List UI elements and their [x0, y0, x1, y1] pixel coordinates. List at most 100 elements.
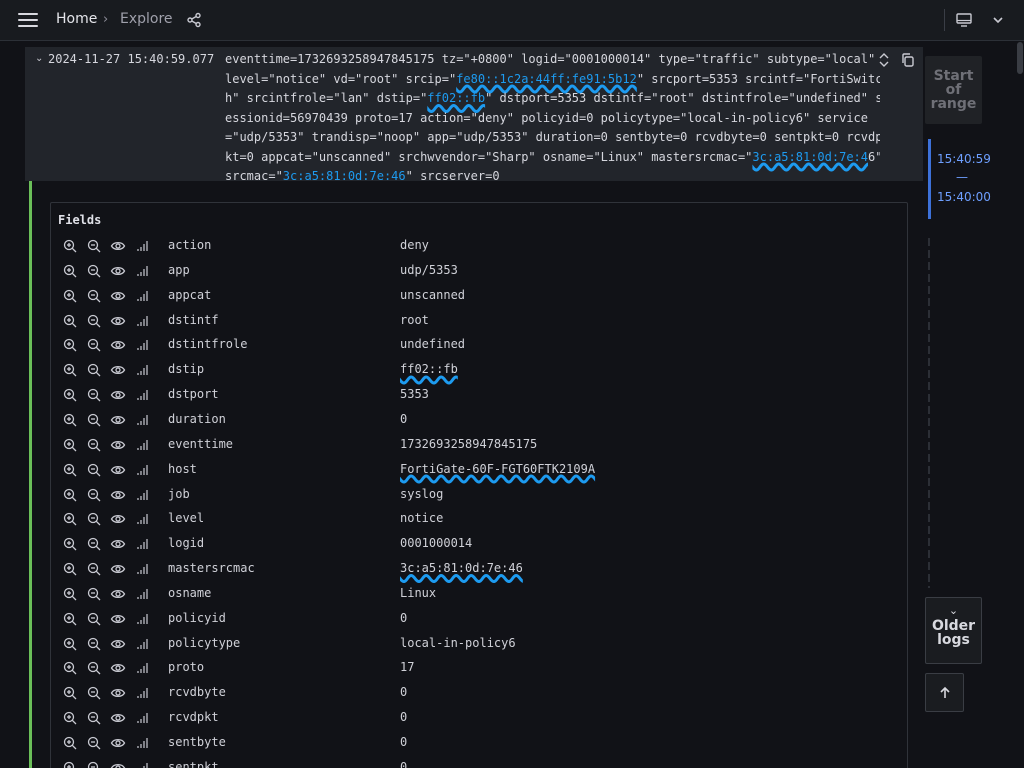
zoom-out-icon[interactable] [86, 487, 102, 503]
eye-icon[interactable] [110, 511, 126, 527]
zoom-out-icon[interactable] [86, 735, 102, 751]
stats-icon[interactable] [134, 685, 150, 701]
zoom-out-icon[interactable] [86, 710, 102, 726]
stats-icon[interactable] [134, 288, 150, 304]
eye-icon[interactable] [110, 760, 126, 768]
eye-icon[interactable] [110, 561, 126, 577]
stats-icon[interactable] [134, 362, 150, 378]
eye-icon[interactable] [110, 462, 126, 478]
scroll-to-top-button[interactable] [925, 673, 964, 712]
stats-icon[interactable] [134, 487, 150, 503]
eye-icon[interactable] [110, 263, 126, 279]
stats-icon[interactable] [134, 636, 150, 652]
zoom-in-icon[interactable] [62, 387, 78, 403]
zoom-out-icon[interactable] [86, 313, 102, 329]
zoom-in-icon[interactable] [62, 586, 78, 602]
stats-icon[interactable] [134, 437, 150, 453]
zoom-in-icon[interactable] [62, 288, 78, 304]
zoom-in-icon[interactable] [62, 611, 78, 627]
zoom-in-icon[interactable] [62, 636, 78, 652]
zoom-out-icon[interactable] [86, 288, 102, 304]
eye-icon[interactable] [110, 586, 126, 602]
stats-icon[interactable] [134, 760, 150, 768]
stats-icon[interactable] [134, 561, 150, 577]
eye-icon[interactable] [110, 313, 126, 329]
zoom-out-icon[interactable] [86, 536, 102, 552]
zoom-out-icon[interactable] [86, 462, 102, 478]
zoom-out-icon[interactable] [86, 586, 102, 602]
scrollbar-thumb[interactable] [1017, 42, 1023, 74]
zoom-out-icon[interactable] [86, 337, 102, 353]
monitor-icon[interactable] [955, 12, 973, 28]
eye-icon[interactable] [110, 611, 126, 627]
stats-icon[interactable] [134, 735, 150, 751]
eye-icon[interactable] [110, 536, 126, 552]
zoom-in-icon[interactable] [62, 362, 78, 378]
zoom-out-icon[interactable] [86, 760, 102, 768]
collapse-chevron-icon[interactable]: ⌄ [35, 53, 43, 64]
zoom-in-icon[interactable] [62, 337, 78, 353]
copy-icon[interactable] [900, 52, 916, 68]
eye-icon[interactable] [110, 412, 126, 428]
chevron-down-icon[interactable] [991, 13, 1005, 27]
expand-collapse-icon[interactable] [876, 52, 892, 68]
breadcrumb-home[interactable]: Home [56, 11, 97, 27]
field-row: dstip ff02::fb [60, 358, 900, 382]
zoom-in-icon[interactable] [62, 462, 78, 478]
stats-icon[interactable] [134, 238, 150, 254]
zoom-in-icon[interactable] [62, 735, 78, 751]
eye-icon[interactable] [110, 238, 126, 254]
zoom-out-icon[interactable] [86, 660, 102, 676]
stats-icon[interactable] [134, 263, 150, 279]
stats-icon[interactable] [134, 511, 150, 527]
zoom-in-icon[interactable] [62, 710, 78, 726]
eye-icon[interactable] [110, 660, 126, 676]
zoom-in-icon[interactable] [62, 238, 78, 254]
zoom-out-icon[interactable] [86, 387, 102, 403]
eye-icon[interactable] [110, 288, 126, 304]
eye-icon[interactable] [110, 337, 126, 353]
zoom-in-icon[interactable] [62, 760, 78, 768]
zoom-out-icon[interactable] [86, 238, 102, 254]
zoom-out-icon[interactable] [86, 511, 102, 527]
zoom-in-icon[interactable] [62, 412, 78, 428]
eye-icon[interactable] [110, 636, 126, 652]
zoom-in-icon[interactable] [62, 437, 78, 453]
zoom-out-icon[interactable] [86, 362, 102, 378]
zoom-in-icon[interactable] [62, 536, 78, 552]
zoom-in-icon[interactable] [62, 660, 78, 676]
zoom-out-icon[interactable] [86, 685, 102, 701]
stats-icon[interactable] [134, 412, 150, 428]
stats-icon[interactable] [134, 387, 150, 403]
eye-icon[interactable] [110, 487, 126, 503]
eye-icon[interactable] [110, 735, 126, 751]
zoom-in-icon[interactable] [62, 685, 78, 701]
zoom-in-icon[interactable] [62, 313, 78, 329]
stats-icon[interactable] [134, 586, 150, 602]
menu-icon[interactable] [18, 13, 38, 27]
stats-icon[interactable] [134, 313, 150, 329]
zoom-out-icon[interactable] [86, 412, 102, 428]
stats-icon[interactable] [134, 710, 150, 726]
share-icon[interactable] [186, 12, 202, 28]
eye-icon[interactable] [110, 437, 126, 453]
stats-icon[interactable] [134, 462, 150, 478]
zoom-out-icon[interactable] [86, 263, 102, 279]
zoom-in-icon[interactable] [62, 561, 78, 577]
zoom-out-icon[interactable] [86, 611, 102, 627]
eye-icon[interactable] [110, 710, 126, 726]
stats-icon[interactable] [134, 660, 150, 676]
zoom-out-icon[interactable] [86, 437, 102, 453]
stats-icon[interactable] [134, 337, 150, 353]
eye-icon[interactable] [110, 362, 126, 378]
older-logs-button[interactable]: ⌄ Older logs [925, 597, 982, 664]
zoom-in-icon[interactable] [62, 487, 78, 503]
zoom-in-icon[interactable] [62, 511, 78, 527]
zoom-out-icon[interactable] [86, 561, 102, 577]
eye-icon[interactable] [110, 685, 126, 701]
zoom-in-icon[interactable] [62, 263, 78, 279]
stats-icon[interactable] [134, 611, 150, 627]
stats-icon[interactable] [134, 536, 150, 552]
eye-icon[interactable] [110, 387, 126, 403]
zoom-out-icon[interactable] [86, 636, 102, 652]
